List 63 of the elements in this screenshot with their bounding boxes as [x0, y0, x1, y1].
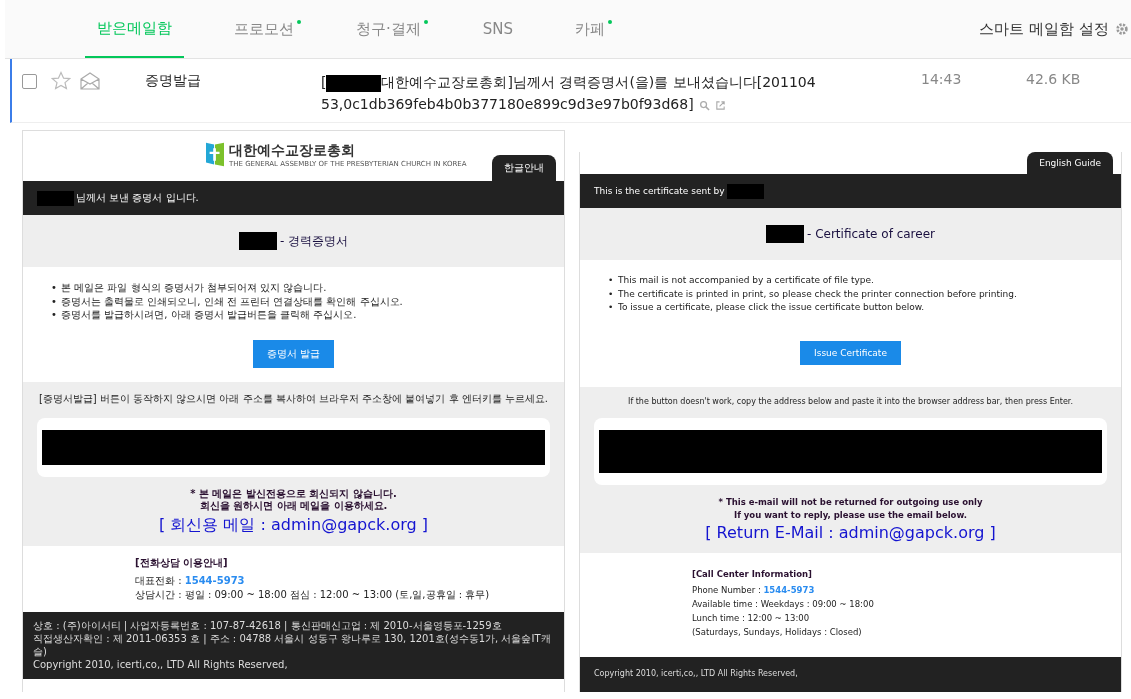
- star-icon[interactable]: [51, 71, 71, 91]
- reply-notice: * This e-mail will not be returned for outgoing use only: [717, 496, 984, 509]
- notice-item: The certificate is printed in print, so please check the printer connection before printing.: [618, 288, 1017, 299]
- redaction-mark: [238, 232, 277, 250]
- bullet-mark: •: [51, 308, 58, 322]
- contact-heading: [Call Center Information]: [692, 569, 813, 579]
- message-time: 14:43: [921, 71, 963, 87]
- footer-text: 직접생산자확인 : 제 2011-06353 호 | 주소 : 04788 서울시 성동구 왕나루로 130, 1201호(성수동1가, 서울숲IT캐슬): [33, 632, 552, 658]
- mailbox-tab[interactable]: 받은메일함: [85, 0, 184, 58]
- mailbox-tab[interactable]: 청구·결제: [344, 0, 433, 58]
- bullet-mark: •: [51, 294, 58, 308]
- fallback-instruction: If the button doesn't work, copy the address below and paste it into the browser address bar, then press Enter.: [627, 397, 1074, 406]
- certificate-title: - 경력증명서: [279, 232, 349, 250]
- checkbox[interactable]: [22, 74, 37, 89]
- reply-email[interactable]: [ 회신용 메일 : admin@gapck.org ]: [37, 514, 550, 536]
- organization-name: 대한예수교장로총회: [229, 141, 356, 160]
- external-link-icon[interactable]: [714, 99, 726, 111]
- bullet-mark: •: [608, 301, 615, 314]
- notice-item: To issue a certificate, please click the issue certificate button below.: [618, 302, 925, 312]
- contact-info: 상담시간 : 평일 : 09:00 ~ 18:00 점심 : 12:00 ~ 13:00 (토,일,공휴일 : 휴무): [135, 587, 491, 602]
- footer-text: 상호 : (주)아이서티 | 사업자등록번호 : 107-87-42618 | 통신판매신고업 : 제 2010-서울영등포-1259호: [33, 618, 503, 632]
- bullet-mark: •: [608, 287, 615, 301]
- message-size: 42.6 KB: [1026, 71, 1081, 87]
- fallback-instruction: [증명서발급] 버튼이 동작하지 않으시면 아래 주소를 복사하여 브라우저 주소창에 붙여넣기 후 엔터키를 누르세요.: [37, 391, 550, 406]
- notice-item: 본 메일은 파일 형식의 증명서가 첨부되어져 있지 않습니다.: [61, 282, 327, 293]
- reply-notice: * 본 메일은 발신전용으로 회신되지 않습니다.: [189, 487, 398, 500]
- notice-item: This mail is not accompanied by a certificate of file type.: [618, 275, 874, 285]
- phone-label: 대표전화 :: [135, 574, 182, 586]
- redaction-mark: [726, 183, 764, 199]
- footer-text: Copyright 2010, icerti,co,, LTD All Rights Reserved,: [33, 657, 289, 671]
- redaction-mark: [766, 225, 804, 243]
- reply-notice: 회신을 원하시면 아래 메일을 이용하세요.: [198, 500, 389, 513]
- settings-icon[interactable]: [1115, 22, 1129, 36]
- sender-name: 증명발급: [145, 72, 202, 90]
- bullet-mark: •: [51, 281, 58, 295]
- contact-info: (Saturdays, Sundays, Holidays : Closed): [692, 626, 863, 639]
- contact-heading: [전화상담 이용안내]: [135, 555, 229, 570]
- issue-certificate-button[interactable]: Issue Certificate: [800, 340, 901, 365]
- message-row[interactable]: 증명발급 [ 대한예수교장로총회]님께서 경력증명서(을)를 보내셨습니다[201104 53,0c1db369feb4b0b377180e899c9d3e97b0f93d68] 14:43 42.6 KB: [10, 59, 1131, 123]
- footer-text: Copyright 2010, icerti,co,, LTD All Rights Reserved,: [594, 668, 799, 680]
- phone-number[interactable]: 1544-5973: [184, 574, 245, 586]
- logo-icon: [205, 141, 225, 168]
- mailbox-tab[interactable]: 프로모션: [222, 0, 306, 58]
- search-icon[interactable]: [698, 99, 710, 111]
- phone-number[interactable]: 1544-5973: [763, 585, 815, 595]
- contact-info: Lunch time : 12:00 ~ 13:00: [692, 612, 811, 625]
- issue-certificate-button[interactable]: 증명서 발급: [252, 339, 335, 368]
- mailbox-tab[interactable]: 카페: [563, 0, 618, 58]
- smart-mailbox-settings-link[interactable]: 스마트 메일함 설정: [979, 19, 1109, 39]
- phone-label: Phone Number :: [692, 585, 761, 595]
- redaction-mark: [37, 190, 74, 206]
- bullet-mark: •: [608, 274, 615, 287]
- reply-email[interactable]: [ Return E-Mail : admin@gapck.org ]: [594, 523, 1107, 542]
- contact-info: Available time : Weekdays : 09:00 ~ 18:00: [692, 598, 875, 611]
- certificate-title: - Certificate of career: [807, 227, 935, 241]
- sender-line: 님께서 보낸 증명서 입니다.: [76, 191, 199, 205]
- sender-line: This is the certificate sent by: [594, 186, 725, 196]
- redaction-mark: [326, 74, 382, 92]
- message-subject[interactable]: [ 대한예수교장로총회]님께서 경력증명서(을)를 보내셨습니다[201104 53,0c1db369feb4b0b377180e899c9d3e97b0f93d68]: [321, 71, 841, 115]
- notice-item: 증명서는 출력물로 인쇄되오니, 인쇄 전 프린터 연결상태를 확인해 주십시오.: [61, 295, 403, 307]
- reply-notice: If you want to reply, please use the email below.: [733, 508, 968, 521]
- mailbox-tab[interactable]: SNS: [470, 0, 526, 58]
- notice-item: 증명서를 발급하시려면, 아래 증명서 발급버튼을 클릭해 주십시오.: [61, 309, 357, 320]
